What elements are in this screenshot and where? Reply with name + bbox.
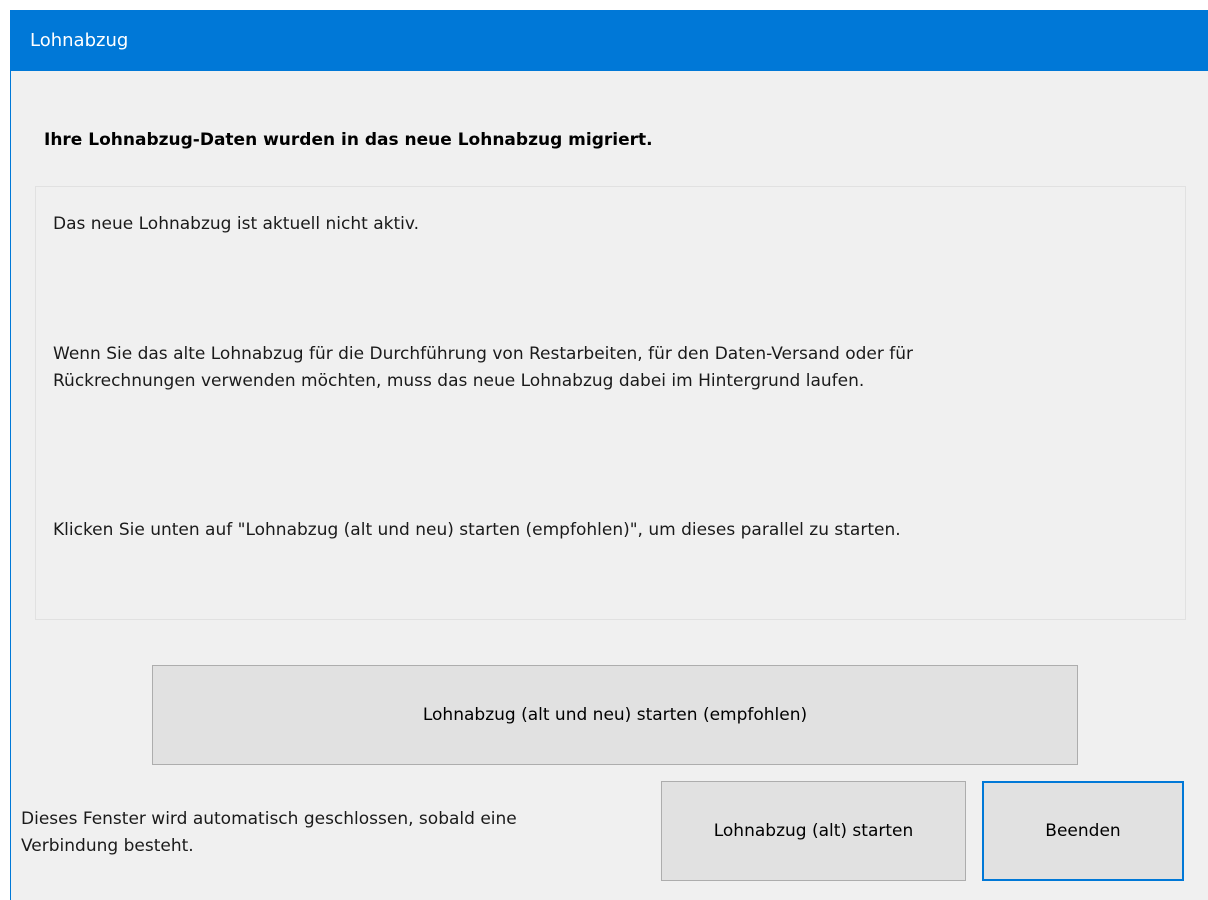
start-both-button[interactable]: Lohnabzug (alt und neu) starten (empfohl… [152,665,1078,765]
auto-close-note-line-1: Dieses Fenster wird automatisch geschlos… [21,809,517,829]
message-panel: Das neue Lohnabzug ist aktuell nicht akt… [35,186,1186,620]
auto-close-note-line-2: Verbindung besteht. [21,836,194,856]
quit-button[interactable]: Beenden [982,781,1184,881]
title-bar[interactable]: Lohnabzug [11,10,1208,71]
message-instruction: Klicken Sie unten auf "Lohnabzug (alt un… [53,520,901,540]
message-inactive: Das neue Lohnabzug ist aktuell nicht akt… [53,214,420,234]
dialog-heading: Ihre Lohnabzug-Daten wurden in das neue … [44,130,653,150]
auto-close-note: Dieses Fenster wird automatisch geschlos… [21,806,631,860]
window-title: Lohnabzug [30,30,129,51]
message-background-line-2: Rückrechnungen verwenden möchten, muss d… [53,371,865,391]
quit-button-label: Beenden [1045,821,1121,841]
message-background-info: Wenn Sie das alte Lohnabzug für die Durc… [53,341,913,395]
start-old-button[interactable]: Lohnabzug (alt) starten [661,781,966,881]
start-both-button-label: Lohnabzug (alt und neu) starten (empfohl… [422,705,808,725]
message-background-line-1: Wenn Sie das alte Lohnabzug für die Durc… [53,344,914,364]
start-old-button-label: Lohnabzug (alt) starten [713,821,914,841]
dialog-window: Lohnabzug Ihre Lohnabzug-Daten wurden in… [10,10,1208,900]
desktop-strip [0,0,1208,10]
